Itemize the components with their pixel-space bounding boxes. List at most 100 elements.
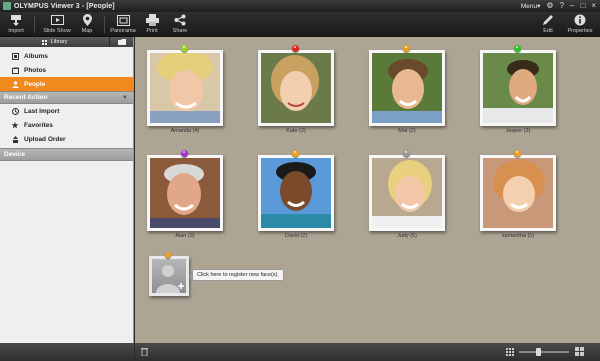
library-tab[interactable]: Library [0, 37, 110, 47]
section-title: Device [4, 151, 25, 158]
face-photo-image [483, 53, 553, 123]
color-tag-pin [181, 45, 188, 52]
large-thumbnails-icon[interactable] [575, 347, 585, 358]
face-thumbnail[interactable] [258, 50, 334, 126]
sidebar-item-people[interactable]: People [0, 77, 133, 91]
face-thumbnail[interactable] [480, 155, 556, 231]
sidebar-item-label: Upload Order [24, 135, 66, 143]
printer-icon [145, 14, 159, 26]
face-thumbnail[interactable] [369, 155, 445, 231]
info-icon [574, 14, 586, 26]
face-photo-image [261, 53, 331, 123]
history-icon [11, 107, 19, 115]
app-icon [3, 2, 11, 10]
properties-label: Properties [567, 28, 593, 34]
person-name: Jesper (3) [505, 128, 531, 134]
folder-icon [117, 39, 126, 45]
title-bar: OLYMPUS Viewer 3 - [People] Menu▾ ⚙ ? – … [0, 0, 600, 12]
face-thumbnail[interactable] [480, 50, 556, 126]
pencil-icon [543, 15, 553, 25]
map-button[interactable]: Map [78, 13, 96, 36]
print-label: Print [146, 28, 158, 34]
section-title: Recent Action [4, 94, 48, 101]
print-button[interactable]: Print [143, 13, 161, 36]
color-tag-pin [514, 150, 521, 157]
sidebar-item-label: Last Import [24, 107, 60, 115]
person-name: Kate (2) [286, 128, 306, 134]
person-name: Mat (2) [398, 128, 416, 134]
sidebar-item-photos[interactable]: Photos [0, 63, 133, 77]
color-tag-pin [514, 45, 521, 52]
collapse-arrow-icon[interactable]: ▼ [122, 95, 128, 101]
close-icon[interactable]: × [591, 2, 596, 10]
sidebar-footer [0, 343, 134, 361]
add-person-icon [156, 265, 184, 293]
color-tag-pin [165, 252, 171, 258]
face-thumbnail[interactable] [258, 155, 334, 231]
sidebar-item-label: People [24, 80, 46, 88]
map-pin-icon [82, 14, 92, 26]
face-photo-image [150, 158, 220, 228]
settings-gear-icon[interactable]: ⚙ [546, 2, 553, 10]
photos-icon [11, 66, 19, 74]
panorama-button[interactable]: Panorama [110, 13, 136, 36]
register-face-button[interactable] [149, 256, 189, 296]
person-name: samantha (5) [501, 233, 535, 239]
sidebar-item-albums[interactable]: Albums [0, 49, 133, 63]
sidebar-item-upload-order[interactable]: Upload Order [0, 132, 133, 146]
color-tag-pin [403, 150, 410, 157]
face-photo-image [150, 51, 220, 123]
register-tooltip: Click here to register new face(s). [189, 269, 284, 281]
slideshow-button[interactable]: Slide Show [42, 13, 72, 36]
slideshow-label: Slide Show [43, 28, 71, 34]
maximize-icon[interactable]: □ [580, 2, 585, 10]
face-photo-image [483, 158, 553, 228]
folder-tab[interactable] [110, 39, 133, 45]
face-photo-image [372, 158, 442, 228]
sidebar-item-label: Photos [24, 66, 47, 74]
person-name: Amanda (4) [170, 128, 200, 134]
panorama-label: Panorama [110, 28, 136, 34]
small-thumbnails-icon[interactable] [506, 348, 515, 358]
color-tag-pin [403, 45, 410, 52]
face-thumbnail[interactable] [369, 50, 445, 126]
sidebar-item-label: Favorites [24, 121, 53, 129]
trash-icon[interactable] [141, 347, 148, 358]
library-header: Library [0, 37, 133, 47]
face-photo-image [372, 53, 442, 123]
color-tag-pin [292, 150, 299, 157]
help-icon[interactable]: ? [560, 2, 564, 10]
person-name: David (2) [284, 233, 308, 239]
panorama-icon [116, 14, 130, 26]
toolbar: Import Slide Show Map Panorama Print Sha… [0, 12, 600, 37]
sidebar-item-label: Albums [24, 52, 48, 60]
import-button[interactable]: Import [6, 13, 26, 36]
sidebar-item-favorites[interactable]: ★ Favorites [0, 118, 133, 132]
people-grid: Amanda (4) Kate (2) Mat (2) Jesper (3) A… [135, 37, 600, 343]
edit-label: Edit [543, 28, 553, 34]
person-icon [11, 80, 19, 88]
section-recent-action[interactable]: Recent Action ▼ [0, 91, 133, 104]
face-thumbnail[interactable] [147, 50, 223, 126]
properties-button[interactable]: Properties [566, 13, 594, 36]
import-icon [11, 15, 21, 26]
sidebar-item-last-import[interactable]: Last Import [0, 104, 133, 118]
slideshow-icon [50, 14, 64, 25]
import-label: Import [8, 28, 24, 34]
library-tab-label: Library [50, 39, 68, 45]
share-icon [174, 14, 186, 26]
map-label: Map [81, 28, 93, 34]
face-thumbnail[interactable] [147, 155, 223, 231]
thumbnail-size-slider[interactable] [519, 351, 569, 353]
star-icon: ★ [11, 120, 19, 130]
person-name: Alan (3) [175, 233, 195, 239]
edit-button[interactable]: Edit [540, 13, 556, 36]
album-icon [11, 52, 19, 60]
upload-icon [11, 135, 19, 143]
share-button[interactable]: Share [171, 13, 189, 36]
person-name: Judy (5) [397, 233, 417, 239]
section-device[interactable]: Device [0, 148, 133, 161]
slider-handle[interactable] [536, 348, 541, 356]
menu-button[interactable]: Menu▾ [521, 2, 541, 10]
minimize-icon[interactable]: – [570, 2, 574, 10]
